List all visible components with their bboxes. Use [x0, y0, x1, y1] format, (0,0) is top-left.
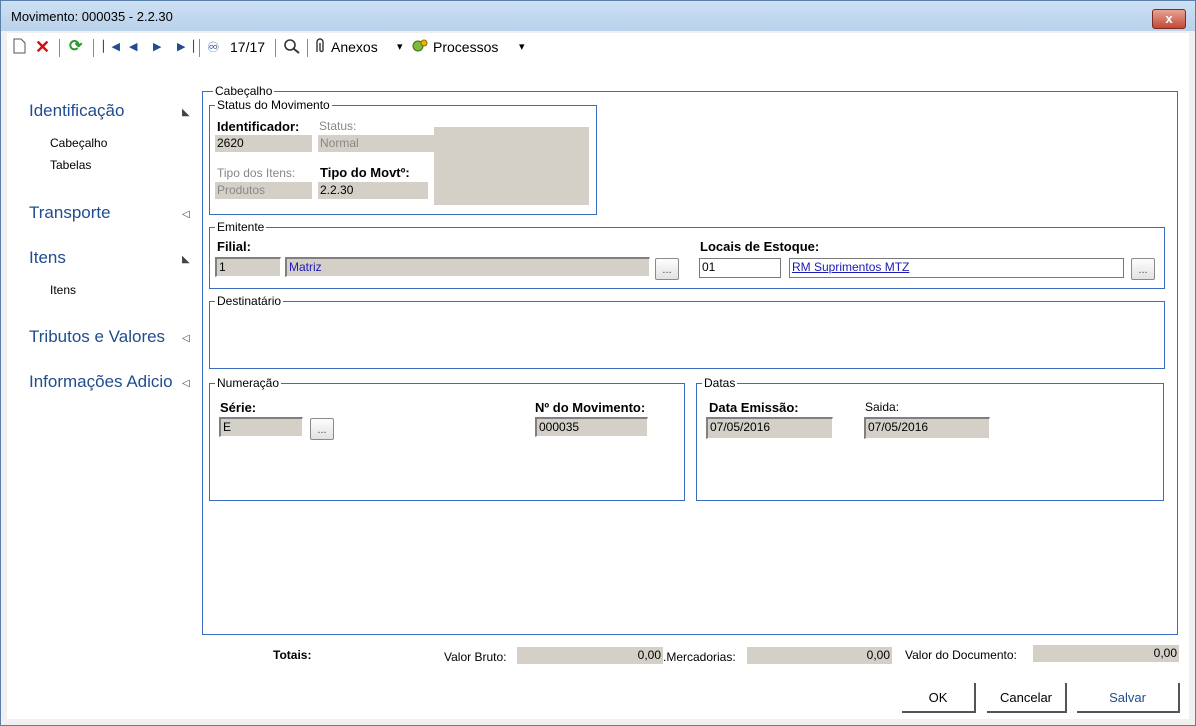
toolbar-separator	[199, 39, 200, 57]
refresh-icon[interactable]: ⟳	[69, 38, 82, 56]
find-icon[interactable]: ♾	[207, 38, 220, 56]
processos-dropdown-icon[interactable]: ▾	[519, 38, 525, 56]
locais-name-field[interactable]: RM Suprimentos MTZ	[789, 258, 1124, 278]
tipo-itens-field: Produtos	[215, 182, 312, 199]
num-movimento-label: Nº do Movimento:	[535, 400, 646, 415]
nav-item-itens[interactable]: Itens	[50, 283, 76, 297]
new-icon[interactable]	[13, 38, 26, 56]
identificador-label: Identificador:	[217, 119, 300, 134]
anexos-button[interactable]: Anexos	[331, 38, 378, 56]
toolbar: ✕ ⟳ ▏◀ ◀ ▶ ▶▕ ♾ 17/17 Anexos ▾ Processos…	[7, 35, 607, 61]
toolbar-separator	[275, 39, 276, 57]
data-emissao-label: Data Emissão:	[709, 400, 799, 415]
nav-item-cabecalho[interactable]: Cabeçalho	[50, 136, 107, 150]
status-movimento-title: Status do Movimento	[215, 98, 332, 112]
numeracao-title: Numeração	[215, 376, 282, 390]
collapsed-arrow-icon[interactable]: ◁	[182, 378, 190, 389]
filial-code-field[interactable]: 1	[215, 257, 281, 277]
movimento-window: Movimento: 000035 - 2.2.30 x ✕ ⟳ ▏◀ ◀ ▶ …	[0, 0, 1196, 726]
toolbar-separator	[59, 39, 60, 57]
locais-estoque-label: Locais de Estoque:	[700, 239, 820, 254]
filial-label: Filial:	[217, 239, 251, 254]
previous-record-icon[interactable]: ◀	[129, 38, 137, 56]
processos-button[interactable]: Processos	[433, 38, 498, 56]
anexos-dropdown-icon[interactable]: ▾	[397, 38, 403, 56]
sidebar: Identificação ◣ Cabeçalho Tabelas Transp…	[7, 61, 193, 661]
window-title: Movimento: 000035 - 2.2.30	[11, 9, 173, 24]
status-field: Normal	[318, 135, 435, 152]
cancel-button[interactable]: Cancelar	[987, 683, 1067, 713]
emitente-title: Emitente	[215, 220, 267, 234]
status-label: Status:	[319, 119, 357, 133]
close-button[interactable]: x	[1152, 9, 1186, 29]
tipo-movto-label: Tipo do Movtº:	[320, 165, 410, 180]
data-saida-field[interactable]: 07/05/2016	[864, 417, 990, 439]
serie-field[interactable]: E	[219, 417, 303, 437]
nav-itens[interactable]: Itens	[29, 248, 66, 268]
nav-transporte[interactable]: Transporte	[29, 203, 111, 223]
destinatario-group: Destinatário	[209, 294, 1165, 369]
valor-documento-label: Valor do Documento:	[905, 648, 1017, 662]
valor-bruto-label: Valor Bruto:	[444, 650, 507, 664]
ok-button[interactable]: OK	[902, 683, 976, 713]
expanded-arrow-icon[interactable]: ◣	[182, 254, 190, 265]
locais-code-field[interactable]: 01	[699, 258, 781, 278]
delete-icon[interactable]: ✕	[35, 38, 50, 56]
expanded-arrow-icon[interactable]: ◣	[182, 107, 190, 118]
title-bar[interactable]: Movimento: 000035 - 2.2.30 x	[1, 1, 1195, 31]
nav-informacoes-adicionais[interactable]: Informações Adicio	[29, 372, 173, 392]
collapsed-arrow-icon[interactable]: ◁	[182, 333, 190, 344]
status-color-panel	[434, 127, 589, 205]
mercadorias-field: 0,00	[747, 647, 892, 664]
nav-tributos-valores[interactable]: Tributos e Valores	[29, 327, 165, 347]
close-icon: x	[1165, 11, 1173, 26]
tipo-itens-label: Tipo dos Itens:	[217, 166, 296, 180]
serie-lookup-button[interactable]: ...	[310, 418, 334, 440]
locais-lookup-button[interactable]: ...	[1131, 258, 1155, 280]
data-emissao-field[interactable]: 07/05/2016	[706, 417, 833, 439]
datas-title: Datas	[702, 376, 738, 390]
tipo-movto-field: 2.2.30	[318, 182, 428, 199]
last-record-icon[interactable]: ▶▕	[177, 38, 194, 56]
collapsed-arrow-icon[interactable]: ◁	[182, 209, 190, 220]
filial-lookup-button[interactable]: ...	[655, 258, 679, 280]
mercadorias-label: .Mercadorias:	[663, 650, 736, 664]
zoom-icon[interactable]	[283, 38, 301, 56]
identificador-field: 2620	[215, 135, 312, 152]
serie-label: Série:	[220, 400, 257, 415]
first-record-icon[interactable]: ▏◀	[103, 38, 120, 56]
record-counter: 17/17	[230, 39, 266, 55]
data-saida-label: Saida:	[865, 400, 900, 414]
valor-documento-field: 0,00	[1033, 645, 1179, 662]
attachment-icon[interactable]	[313, 38, 329, 56]
toolbar-separator	[93, 39, 94, 57]
toolbar-separator	[307, 39, 308, 57]
totais-label: Totais:	[273, 648, 312, 662]
valor-bruto-field: 0,00	[517, 647, 663, 664]
filial-name-field[interactable]: Matriz	[285, 257, 650, 277]
num-movimento-field[interactable]: 000035	[535, 417, 648, 437]
client-area: ✕ ⟳ ▏◀ ◀ ▶ ▶▕ ♾ 17/17 Anexos ▾ Processos…	[7, 33, 1189, 719]
process-icon[interactable]	[411, 38, 429, 56]
nav-identificacao[interactable]: Identificação	[29, 101, 124, 121]
destinatario-title: Destinatário	[215, 294, 284, 308]
next-record-icon[interactable]: ▶	[153, 38, 161, 56]
nav-item-tabelas[interactable]: Tabelas	[50, 158, 91, 172]
save-button[interactable]: Salvar	[1077, 683, 1180, 713]
cabecalho-title: Cabeçalho	[213, 84, 275, 98]
